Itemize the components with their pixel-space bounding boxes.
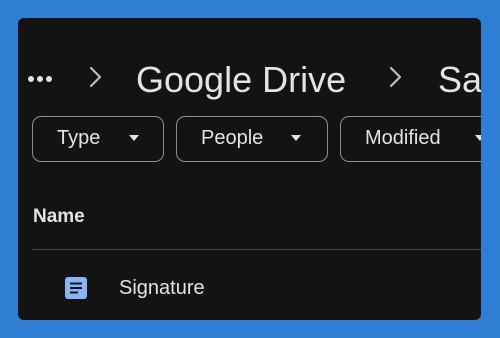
breadcrumb-google-drive[interactable]: Google Drive	[136, 58, 346, 102]
type-filter-label: Type	[57, 127, 101, 149]
header-divider	[32, 249, 481, 250]
modified-filter-label: Modified	[365, 127, 441, 149]
file-row[interactable]: Signature	[18, 268, 481, 312]
name-column-header[interactable]: Name	[33, 206, 85, 228]
breadcrumb-current-folder[interactable]: Sa	[438, 58, 481, 102]
filter-chips: Type People Modified	[32, 116, 481, 164]
google-docs-icon	[64, 276, 88, 300]
modified-filter-chip[interactable]: Modified	[340, 116, 481, 162]
people-filter-chip[interactable]: People	[176, 116, 328, 162]
chevron-right-icon	[388, 64, 404, 90]
more-horiz-icon[interactable]	[26, 72, 56, 86]
type-filter-chip[interactable]: Type	[32, 116, 164, 162]
arrow-drop-down-icon	[291, 135, 301, 141]
file-name: Signature	[119, 277, 205, 299]
arrow-drop-down-icon	[129, 135, 139, 141]
drive-panel: Google Drive Sa Type People Modified Nam…	[18, 18, 481, 320]
chevron-right-icon	[88, 64, 104, 90]
breadcrumb: Google Drive Sa	[18, 50, 481, 110]
arrow-drop-down-icon	[475, 135, 481, 141]
people-filter-label: People	[201, 127, 264, 149]
